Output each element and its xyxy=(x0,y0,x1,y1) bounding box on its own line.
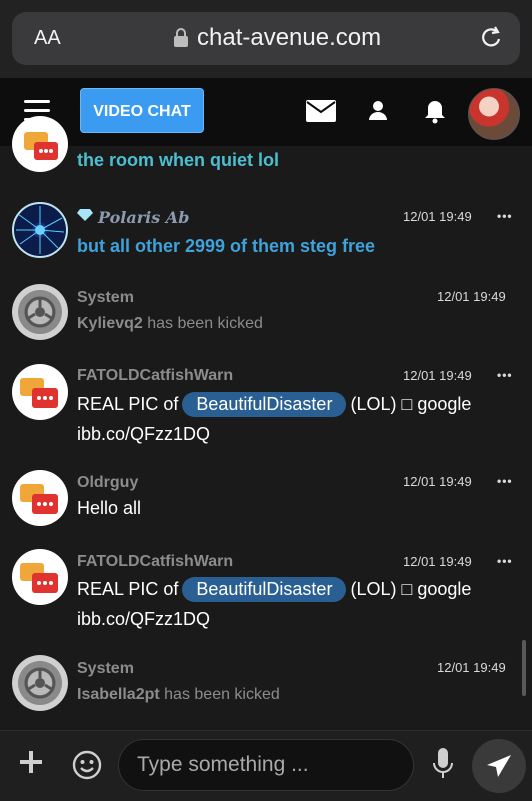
username[interactable]: FATOLDCatfishWarn xyxy=(77,367,233,385)
message-text: REAL PIC of BeautifulDisaster (LOL) □ goog… xyxy=(77,392,471,417)
mic-icon[interactable] xyxy=(432,748,454,785)
chat-bubbles-icon xyxy=(12,470,68,526)
send-icon xyxy=(486,754,512,783)
timestamp: 12/01 19:49 xyxy=(403,209,472,224)
address-bar[interactable]: AA chat-avenue.com xyxy=(12,12,520,65)
video-chat-button[interactable]: VIDEO CHAT xyxy=(80,88,204,133)
more-icon[interactable]: ••• xyxy=(497,209,513,223)
gear-icon xyxy=(12,284,68,340)
chat-message: Polaris Ab 12/01 19:49 ••• but all other… xyxy=(0,200,532,270)
gear-icon xyxy=(12,655,68,711)
message-text: REAL PIC of BeautifulDisaster (LOL) □ goog… xyxy=(77,577,471,602)
timestamp: 12/01 19:49 xyxy=(403,554,472,569)
plus-icon[interactable] xyxy=(20,751,42,777)
diamond-icon xyxy=(77,208,93,227)
username[interactable]: Polaris Ab xyxy=(98,208,189,227)
chat-message: System 12/01 19:49 Isabella2pt has been … xyxy=(0,655,532,717)
user-icon[interactable] xyxy=(369,100,387,127)
message-text: Hello all xyxy=(77,498,142,518)
chat-bubbles-icon xyxy=(12,364,68,420)
timestamp: 12/01 19:49 xyxy=(437,660,506,675)
username[interactable]: System xyxy=(77,660,134,678)
chat-message: System 12/01 19:49 Kylievq2 has been kic… xyxy=(0,284,532,346)
reload-icon[interactable] xyxy=(478,24,504,57)
timestamp: 12/01 19:49 xyxy=(437,289,506,304)
message-link[interactable]: ibb.co/QFzz1DQ xyxy=(77,424,210,445)
more-icon[interactable]: ••• xyxy=(497,554,513,568)
user-mention[interactable]: BeautifulDisaster xyxy=(182,577,347,602)
bell-icon[interactable] xyxy=(424,100,446,129)
kicked-user[interactable]: Kylievq2 xyxy=(77,315,143,332)
scrollbar[interactable] xyxy=(522,640,526,696)
profile-avatar[interactable] xyxy=(468,88,520,140)
chat-message: FATOLDCatfishWarn 12/01 19:49 ••• REAL P… xyxy=(0,362,532,454)
mail-icon[interactable] xyxy=(306,100,336,127)
send-button[interactable] xyxy=(472,739,526,793)
lock-icon xyxy=(172,27,190,54)
user-mention[interactable]: BeautifulDisaster xyxy=(182,392,347,417)
message-text: the room when quiet lol xyxy=(77,150,279,170)
chat-message: FATOLDCatfishWarn 12/01 19:49 ••• REAL P… xyxy=(0,547,532,639)
username[interactable]: Oldrguy xyxy=(77,474,138,492)
message-link[interactable]: ibb.co/QFzz1DQ xyxy=(77,609,210,630)
system-text: has been kicked xyxy=(159,686,280,703)
browser-toolbar: AA chat-avenue.com xyxy=(0,0,532,78)
message-input[interactable] xyxy=(118,739,414,791)
chat-message: the room when quiet lol xyxy=(0,116,532,186)
timestamp: 12/01 19:49 xyxy=(403,474,472,489)
more-icon[interactable]: ••• xyxy=(497,368,513,382)
app-header: VIDEO CHAT xyxy=(0,78,532,146)
chat-message: Oldrguy 12/01 19:49 ••• Hello all xyxy=(0,468,532,528)
avatar[interactable] xyxy=(12,202,68,258)
chat-bubbles-icon xyxy=(12,549,68,605)
username[interactable]: System xyxy=(77,289,134,307)
timestamp: 12/01 19:49 xyxy=(403,368,472,383)
kicked-user[interactable]: Isabella2pt xyxy=(77,686,160,703)
username[interactable]: FATOLDCatfishWarn xyxy=(77,553,233,571)
system-text: has been kicked xyxy=(142,315,263,332)
emoji-icon[interactable] xyxy=(72,750,102,785)
chat-bubbles-icon xyxy=(12,116,68,172)
text-size-button[interactable]: AA xyxy=(34,27,61,50)
message-text: but all other 2999 of them steg free xyxy=(77,236,376,256)
more-icon[interactable]: ••• xyxy=(497,474,513,488)
url-text[interactable]: chat-avenue.com xyxy=(197,24,381,52)
message-composer xyxy=(0,730,532,801)
